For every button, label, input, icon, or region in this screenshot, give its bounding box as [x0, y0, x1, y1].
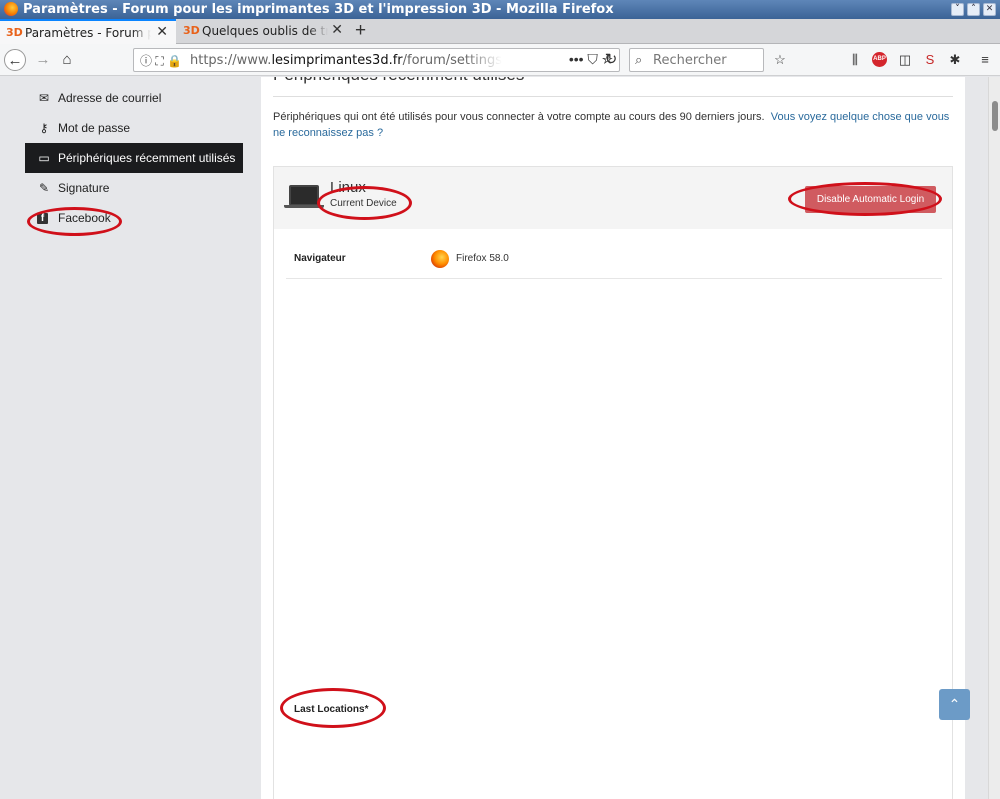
sidebar-item-label: Adresse de courriel: [58, 91, 162, 105]
site-favicon-icon: 3D: [6, 26, 23, 39]
adblock-icon[interactable]: ABP: [872, 52, 887, 67]
forward-button[interactable]: →: [32, 49, 54, 71]
search-input[interactable]: ⌕ Rechercher: [629, 48, 764, 72]
pocket-save-icon[interactable]: ☆: [771, 52, 789, 68]
settings-sidebar: ✉ Adresse de courriel ⚷ Mot de passe ▭ P…: [25, 77, 243, 233]
maximize-button[interactable]: ˄: [967, 3, 980, 16]
lock-icon: 🔒: [167, 54, 183, 68]
url-prefix: https://www.: [190, 53, 272, 68]
sidebar-item-password[interactable]: ⚷ Mot de passe: [25, 113, 243, 143]
firefox-logo-icon: [4, 2, 18, 16]
sidebar-item-signature[interactable]: ✎ Signature: [25, 173, 243, 203]
tab-settings[interactable]: 3D Paramètres - Forum pour les imprimant…: [0, 19, 176, 44]
url-text[interactable]: https://www.lesimprimantes3d.fr/forum/se…: [190, 53, 502, 68]
tab-label: Paramètres - Forum pour les imprimantes …: [25, 26, 151, 40]
disable-automatic-login-button[interactable]: Disable Automatic Login: [805, 186, 936, 213]
browser-label: Navigateur: [294, 253, 346, 264]
navigation-toolbar: ← → ⌂ ⓘ ⛶ 🔒 https://www.lesimprimantes3d…: [0, 44, 1000, 76]
tab-strip: 3D Paramètres - Forum pour les imprimant…: [0, 19, 1000, 44]
sidebar-item-label: Signature: [58, 181, 110, 195]
library-icon[interactable]: ⫼: [846, 52, 864, 68]
tab-label: Quelques oublis de traduction: [202, 24, 328, 38]
search-icon: ⌕: [635, 52, 643, 67]
tab-translation[interactable]: 3D Quelques oublis de traduction ✕: [177, 19, 351, 44]
search-placeholder: Rechercher: [653, 53, 727, 68]
sidebar-toggle-icon[interactable]: ◫: [896, 52, 914, 68]
window-title: Paramètres - Forum pour les imprimantes …: [23, 2, 614, 17]
browser-row: Navigateur Firefox 58.0: [286, 241, 942, 279]
site-identity[interactable]: ⓘ ⛶ 🔒: [140, 52, 182, 69]
device-card: Linux Current Device Disable Automatic L…: [273, 166, 953, 799]
extension-puzzle-icon[interactable]: ✱: [946, 52, 964, 68]
last-locations-heading: Last Locations*: [294, 704, 369, 715]
sidebar-item-label: Facebook: [58, 211, 111, 225]
close-window-button[interactable]: ✕: [983, 3, 996, 16]
device-header: Linux Current Device Disable Automatic L…: [274, 167, 952, 229]
firefox-icon: [431, 250, 449, 268]
envelope-icon: ✉: [38, 91, 50, 105]
menu-icon[interactable]: ≡: [976, 52, 994, 67]
facebook-icon: f: [37, 213, 48, 224]
back-button[interactable]: ←: [4, 49, 26, 71]
devices-panel: Périphériques récemment utilisés Périphé…: [261, 77, 965, 799]
site-favicon-icon: 3D: [183, 24, 200, 37]
page-description: Périphériques qui ont été utilisés pour …: [273, 109, 953, 141]
close-tab-icon[interactable]: ✕: [156, 24, 168, 40]
page-title: Périphériques récemment utilisés: [273, 77, 524, 85]
url-bar[interactable]: ⓘ ⛶ 🔒 https://www.lesimprimantes3d.fr/fo…: [133, 48, 620, 72]
sidebar-item-email[interactable]: ✉ Adresse de courriel: [25, 83, 243, 113]
minimize-button[interactable]: ˅: [951, 3, 964, 16]
url-path: /forum/settings/devices/: [402, 53, 502, 68]
extension-s-icon[interactable]: S: [921, 52, 939, 67]
scrollbar-thumb[interactable]: [992, 101, 998, 131]
url-domain: lesimprimantes3d.fr: [271, 53, 403, 68]
description-text: Périphériques qui ont été utilisés pour …: [273, 111, 765, 123]
page-content: ✉ Adresse de courriel ⚷ Mot de passe ▭ P…: [0, 77, 1000, 799]
sidebar-item-label: Mot de passe: [58, 121, 131, 135]
reload-button[interactable]: ↻: [600, 49, 622, 71]
pencil-icon: ✎: [38, 181, 50, 195]
device-name: Linux: [330, 179, 366, 196]
key-icon: ⚷: [39, 121, 49, 135]
current-device-label: Current Device: [330, 198, 397, 209]
page-scrollbar[interactable]: [988, 77, 1000, 799]
sidebar-item-devices[interactable]: ▭ Périphériques récemment utilisés: [25, 143, 243, 173]
sidebar-item-facebook[interactable]: f Facebook: [25, 203, 243, 233]
sidebar-item-label: Périphériques récemment utilisés: [58, 151, 236, 165]
browser-value: Firefox 58.0: [456, 253, 509, 264]
close-tab-icon[interactable]: ✕: [331, 22, 343, 38]
laptop-icon: ▭: [38, 151, 50, 165]
new-tab-button[interactable]: +: [355, 20, 366, 42]
home-button[interactable]: ⌂: [56, 49, 78, 71]
title-divider: [273, 96, 953, 97]
laptop-icon: [284, 185, 324, 209]
window-titlebar: Paramètres - Forum pour les imprimantes …: [0, 0, 1000, 19]
scroll-to-top-button[interactable]: ⌃: [939, 689, 970, 720]
